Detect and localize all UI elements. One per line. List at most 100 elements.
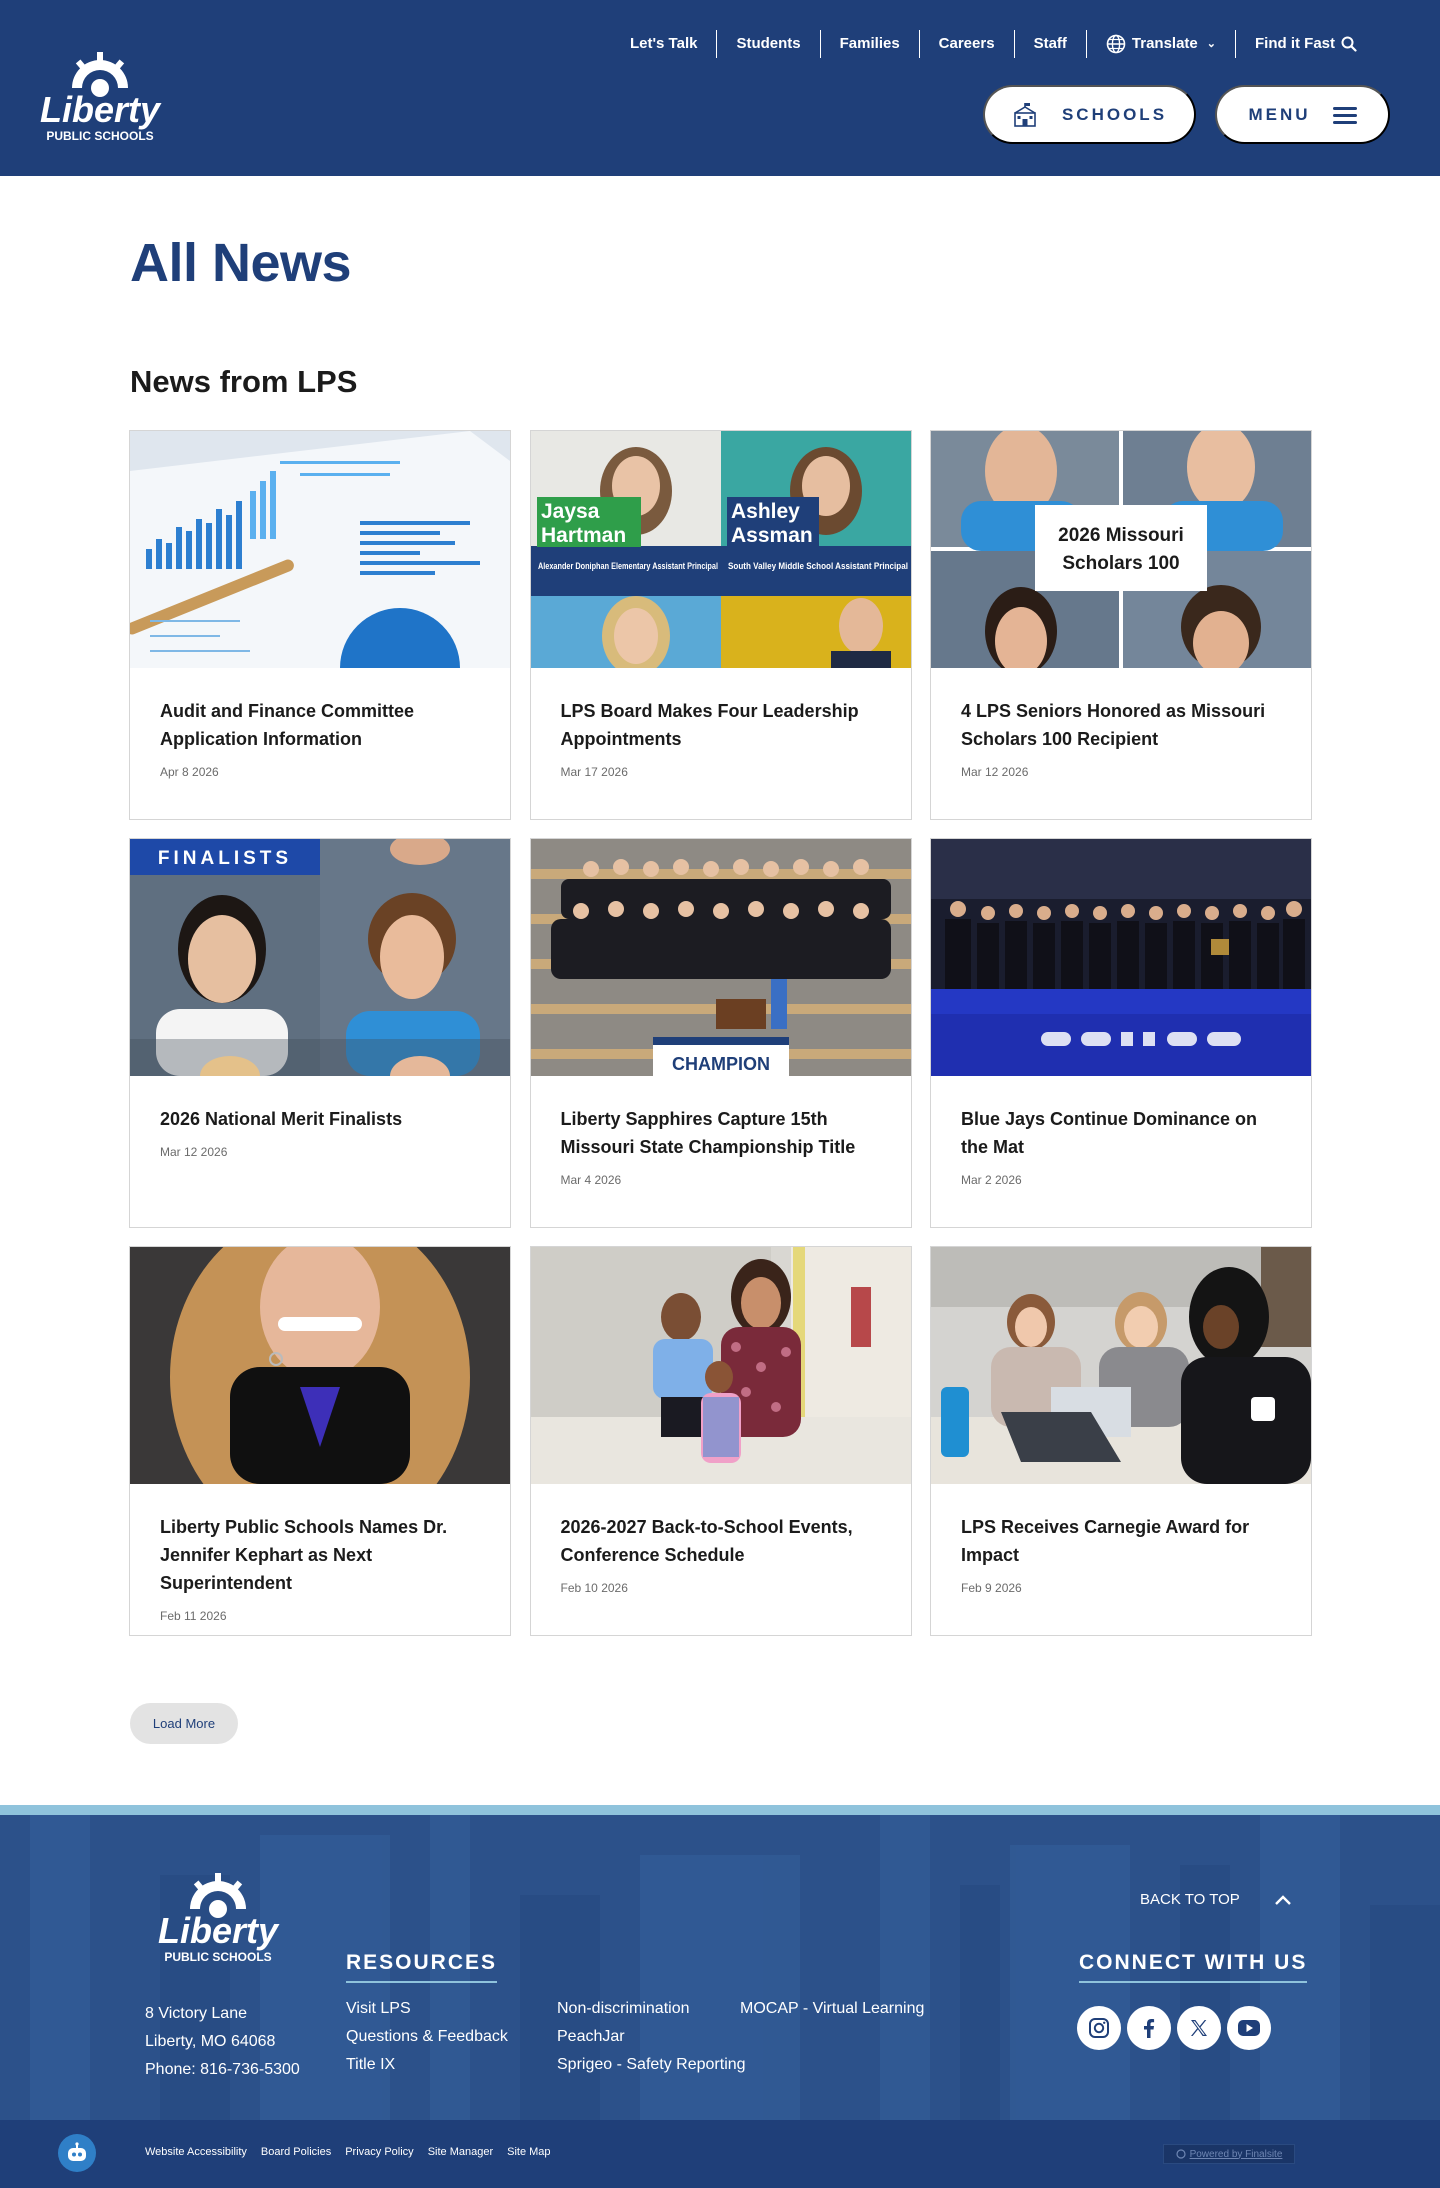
news-card-title[interactable]: Liberty Sapphires Capture 15th Missouri … [561, 1105, 885, 1161]
news-card[interactable]: Audit and Finance Committee Application … [129, 430, 511, 820]
utility-link-careers[interactable]: Careers [918, 30, 1014, 58]
youtube-icon[interactable] [1227, 2006, 1271, 2050]
school-building-icon [1014, 102, 1036, 127]
resource-link[interactable]: MOCAP - Virtual Learning [740, 1995, 924, 2023]
news-card-image [931, 839, 1311, 1076]
news-card[interactable]: LPS Receives Carnegie Award for Impact F… [930, 1246, 1312, 1636]
site-header: Liberty PUBLIC SCHOOLS Let's Talk Studen… [0, 0, 1440, 176]
address-phone: Phone: 816-736-5300 [145, 2061, 300, 2078]
website-accessibility-link[interactable]: Website Accessibility [145, 2146, 247, 2158]
menu-button[interactable]: MENU [1215, 85, 1390, 144]
news-card-title[interactable]: Liberty Public Schools Names Dr. Jennife… [160, 1513, 484, 1597]
facebook-icon[interactable] [1127, 2006, 1171, 2050]
chevron-up-icon [1274, 1894, 1291, 1905]
news-card-image: FINALISTS [130, 839, 510, 1076]
news-card-title[interactable]: 2026 National Merit Finalists [160, 1105, 484, 1133]
news-card-title[interactable]: 2026-2027 Back-to-School Events, Confere… [561, 1513, 885, 1569]
privacy-policy-link[interactable]: Privacy Policy [345, 2146, 413, 2158]
find-it-fast-link[interactable]: Find it Fast [1235, 30, 1376, 58]
connect-heading: CONNECT WITH US [1079, 1951, 1308, 1983]
resources-column-3: MOCAP - Virtual Learning [740, 1995, 924, 2023]
schools-label: SCHOOLS [1061, 104, 1168, 124]
news-card[interactable]: Jaysa Hartman Ashley Assman Alexander Do… [529, 430, 912, 820]
address-street: 8 Victory Lane [145, 2005, 247, 2022]
powered-by-label: Powered by Finalsite [1189, 2148, 1283, 2160]
news-card-date: Mar 17 2026 [560, 765, 628, 779]
chevron-down-icon: ⌄ [1206, 38, 1216, 50]
news-card-title[interactable]: LPS Board Makes Four Leadership Appointm… [561, 697, 885, 753]
load-more-button[interactable]: Load More [130, 1703, 238, 1744]
resource-link[interactable]: Title IX [346, 2051, 508, 2079]
site-manager-link[interactable]: Site Manager [428, 2146, 493, 2158]
footer-accent-stripe [0, 1805, 1440, 1815]
svg-text:CHAMPION: CHAMPION [672, 1054, 770, 1074]
resource-link[interactable]: Visit LPS [346, 1995, 508, 2023]
district-logo[interactable]: Liberty PUBLIC SCHOOLS [30, 30, 170, 143]
news-card-image: CHAMPION [530, 839, 911, 1076]
board-policies-link[interactable]: Board Policies [261, 2146, 331, 2158]
footer-logo[interactable]: Liberty PUBLIC SCHOOLS [148, 1851, 288, 1964]
news-card-date: Mar 12 2026 [961, 765, 1029, 779]
news-card-date: Feb 10 2026 [560, 1581, 628, 1595]
search-icon [1341, 36, 1357, 52]
utility-link-lets-talk[interactable]: Let's Talk [611, 30, 716, 58]
svg-text:2026 Missouri: 2026 Missouri [1058, 525, 1184, 546]
site-map-link[interactable]: Site Map [507, 2146, 550, 2158]
news-card[interactable]: CHAMPION Liberty Sapphires Capture 15th … [529, 838, 912, 1228]
utility-nav: Let's Talk Students Families Careers Sta… [611, 30, 1376, 58]
section-title: News from LPS [130, 364, 358, 399]
news-card-title[interactable]: Blue Jays Continue Dominance on the Mat [961, 1105, 1285, 1161]
news-card[interactable]: 2026 Missouri Scholars 100 4 LPS Seniors… [930, 430, 1312, 820]
news-card[interactable]: Liberty Public Schools Names Dr. Jennife… [129, 1246, 511, 1636]
news-card-title[interactable]: LPS Receives Carnegie Award for Impact [961, 1513, 1285, 1569]
news-card-date: Mar 2 2026 [961, 1173, 1022, 1187]
svg-text:Liberty: Liberty [158, 1910, 280, 1951]
powered-by-finalsite[interactable]: Powered by Finalsite [1163, 2144, 1295, 2164]
globe-icon [1106, 34, 1126, 54]
legal-links: Website Accessibility Board Policies Pri… [145, 2146, 551, 2158]
news-card-title[interactable]: 4 LPS Seniors Honored as Missouri Schola… [961, 697, 1285, 753]
svg-text:Assman: Assman [731, 524, 813, 547]
resources-column-1: Visit LPS Questions & Feedback Title IX [346, 1995, 508, 2079]
address-city: Liberty, MO 64068 [145, 2033, 276, 2050]
back-to-top-link[interactable]: BACK TO TOP [1140, 1891, 1292, 1908]
schools-button[interactable]: SCHOOLS [983, 85, 1196, 144]
resource-link[interactable]: Non-discrimination [557, 1995, 746, 2023]
svg-text:PUBLIC SCHOOLS: PUBLIC SCHOOLS [46, 129, 153, 142]
resource-link[interactable]: Sprigeo - Safety Reporting [557, 2051, 746, 2079]
translate-label: Translate [1131, 35, 1198, 52]
svg-text:Alexander Doniphan Elementary: Alexander Doniphan Elementary Assistant … [538, 561, 718, 572]
svg-text:FINALISTS: FINALISTS [158, 848, 292, 869]
chatbot-icon[interactable] [58, 2134, 96, 2172]
finalsite-icon [1175, 2149, 1186, 2159]
svg-text:PUBLIC SCHOOLS: PUBLIC SCHOOLS [164, 1950, 271, 1963]
news-card-image [130, 431, 510, 668]
x-icon[interactable] [1177, 2006, 1221, 2050]
resources-column-2: Non-discrimination PeachJar Sprigeo - Sa… [557, 1995, 746, 2079]
news-grid: Audit and Finance Committee Application … [129, 430, 1312, 1636]
news-card[interactable]: Blue Jays Continue Dominance on the Mat … [930, 838, 1312, 1228]
utility-link-staff[interactable]: Staff [1013, 30, 1086, 58]
svg-text:Scholars 100: Scholars 100 [1062, 553, 1179, 574]
news-card[interactable]: FINALISTS 2026 National Merit Finalists … [129, 838, 511, 1228]
utility-link-families[interactable]: Families [819, 30, 919, 58]
news-card-image [530, 1247, 911, 1484]
resource-link[interactable]: Questions & Feedback [346, 2023, 508, 2051]
svg-text:Liberty: Liberty [40, 89, 162, 130]
footer-bottom-bar: Website Accessibility Board Policies Pri… [0, 2120, 1440, 2188]
utility-link-students[interactable]: Students [716, 30, 819, 58]
news-card-title[interactable]: Audit and Finance Committee Application … [160, 697, 484, 753]
find-it-fast-label: Find it Fast [1255, 35, 1335, 52]
translate-dropdown[interactable]: Translate ⌄ [1085, 30, 1235, 58]
news-card-date: Mar 12 2026 [160, 1145, 228, 1159]
resource-link[interactable]: PeachJar [557, 2023, 746, 2051]
site-footer: Liberty PUBLIC SCHOOLS 8 Victory Lane Li… [0, 1815, 1440, 2120]
resources-heading: RESOURCES [346, 1951, 498, 1983]
hamburger-icon [1332, 106, 1357, 124]
instagram-icon[interactable] [1077, 2006, 1121, 2050]
news-card[interactable]: 2026-2027 Back-to-School Events, Confere… [529, 1246, 912, 1636]
page-title: All News [130, 233, 352, 293]
social-links [1077, 2006, 1271, 2050]
news-card-image [130, 1247, 510, 1484]
svg-text:South Valley Middle School Ass: South Valley Middle School Assistant Pri… [728, 561, 908, 572]
